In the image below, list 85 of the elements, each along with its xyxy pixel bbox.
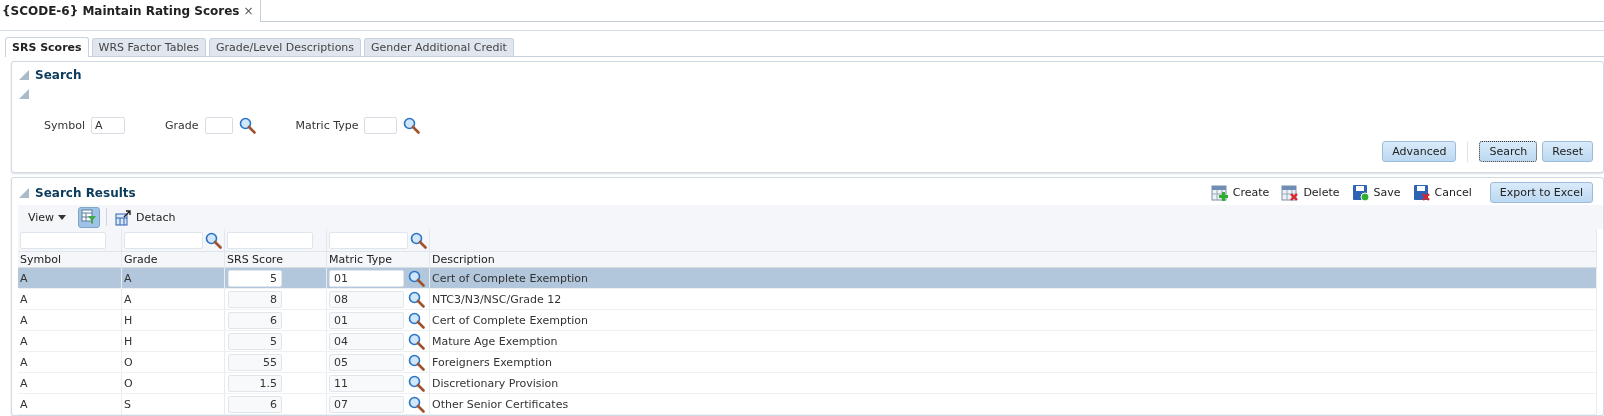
action-button[interactable]: Advanced	[1382, 141, 1457, 162]
table-cell[interactable]: O	[122, 373, 225, 394]
table-cell[interactable]: Mature Age Exemption	[430, 331, 1597, 352]
input-field[interactable]: 6	[228, 395, 282, 413]
input-field[interactable]: 5	[228, 332, 282, 350]
table-cell[interactable]: Other Senior Certificates	[430, 394, 1597, 415]
table-cell[interactable]: A	[18, 373, 122, 394]
toolbar-link[interactable]: Create	[1210, 183, 1270, 202]
toolbar-link[interactable]: Cancel	[1412, 183, 1472, 202]
action-button[interactable]: Reset	[1542, 141, 1593, 162]
table-cell[interactable]: S	[122, 394, 225, 415]
table-cell[interactable]: A	[18, 268, 122, 289]
table-add-icon	[1210, 183, 1229, 202]
filter-field[interactable]	[124, 231, 203, 249]
search-icon[interactable]	[408, 395, 425, 413]
search-icon[interactable]	[408, 374, 425, 392]
search-icon[interactable]	[238, 117, 256, 134]
section-title: Search Results	[35, 185, 136, 200]
table-cell[interactable]: Foreigners Exemption	[430, 352, 1597, 373]
table-cell[interactable]: A	[18, 331, 122, 352]
search-icon[interactable]	[410, 231, 427, 249]
search-icon[interactable]	[408, 269, 425, 287]
tab[interactable]: Gender Additional Credit	[364, 38, 514, 56]
input-field[interactable]: 1.5	[228, 374, 282, 392]
table-delete-icon	[1281, 183, 1300, 202]
filter-field[interactable]	[329, 231, 408, 249]
column-header: Grade	[122, 252, 225, 268]
table-cell[interactable]: A	[18, 352, 122, 373]
tab[interactable]: WRS Factor Tables	[91, 38, 206, 56]
input-field[interactable]: 04	[329, 332, 404, 350]
focused-button[interactable]: Search	[1479, 141, 1538, 162]
document-title: {SCODE-6} Maintain Rating Scores	[2, 4, 240, 18]
floppy-disk-cancel-icon	[1412, 183, 1431, 202]
table-cell[interactable]: NTC3/N3/NSC/Grade 12	[430, 289, 1597, 310]
table-cell[interactable]: Discretionary Provision	[430, 373, 1597, 394]
column-header: Description	[430, 252, 1597, 268]
export-button[interactable]: Export to Excel	[1489, 182, 1593, 203]
table-cell[interactable]: H	[122, 310, 225, 331]
detach-button[interactable]: Detach	[115, 208, 176, 226]
toolbar-link[interactable]: Save	[1351, 183, 1401, 202]
search-icon[interactable]	[403, 117, 421, 134]
input-field[interactable]	[204, 117, 233, 134]
detach-icon	[115, 208, 133, 226]
table-cell[interactable]: A	[122, 289, 225, 310]
view-menu[interactable]: View	[22, 210, 73, 224]
input-field[interactable]	[364, 117, 398, 134]
table-cell[interactable]: H	[122, 331, 225, 352]
close-icon[interactable]: ×	[243, 4, 254, 18]
toolbar-link[interactable]: Delete	[1281, 183, 1340, 202]
search-icon[interactable]	[205, 231, 222, 249]
field-label: Matric Type	[295, 119, 359, 132]
input-field[interactable]: 07	[329, 395, 404, 413]
tab[interactable]: SRS Scores	[5, 37, 89, 57]
input-field[interactable]: A	[91, 117, 125, 134]
input-field[interactable]: 08	[329, 290, 404, 308]
input-field[interactable]: 55	[228, 353, 282, 371]
input-field[interactable]: 5	[228, 269, 282, 287]
search-icon[interactable]	[408, 290, 425, 308]
filter-toggle-button[interactable]	[78, 206, 101, 228]
table-cell[interactable]: A	[18, 289, 122, 310]
caret-icon	[58, 214, 67, 220]
search-icon[interactable]	[408, 353, 425, 371]
filter-field[interactable]	[227, 231, 313, 249]
column-header: Matric Type	[327, 252, 430, 268]
table-cell[interactable]: O	[122, 352, 225, 373]
tab[interactable]: Grade/Level Descriptions	[208, 38, 362, 56]
table-cell[interactable]: Cert of Complete Exemption	[430, 310, 1597, 331]
section-title: Search	[35, 68, 82, 82]
filter-field[interactable]	[20, 231, 106, 249]
table-cell[interactable]: A	[18, 394, 122, 415]
search-icon[interactable]	[408, 332, 425, 350]
field-label: Symbol	[44, 119, 85, 132]
table-cell[interactable]: A	[18, 310, 122, 331]
field-label: Grade	[165, 119, 199, 132]
input-field[interactable]: 11	[329, 374, 404, 392]
input-field[interactable]: 01	[329, 311, 404, 329]
table-cell[interactable]: A	[122, 268, 225, 289]
search-icon[interactable]	[408, 311, 425, 329]
input-field[interactable]: 05	[329, 353, 404, 371]
column-header: Symbol	[18, 252, 122, 268]
input-field[interactable]: 6	[228, 311, 282, 329]
input-field[interactable]: 8	[228, 290, 282, 308]
input-field[interactable]: 01	[329, 269, 404, 287]
column-header: SRS Score	[225, 252, 327, 268]
table-cell[interactable]: Cert of Complete Exemption	[430, 268, 1597, 289]
